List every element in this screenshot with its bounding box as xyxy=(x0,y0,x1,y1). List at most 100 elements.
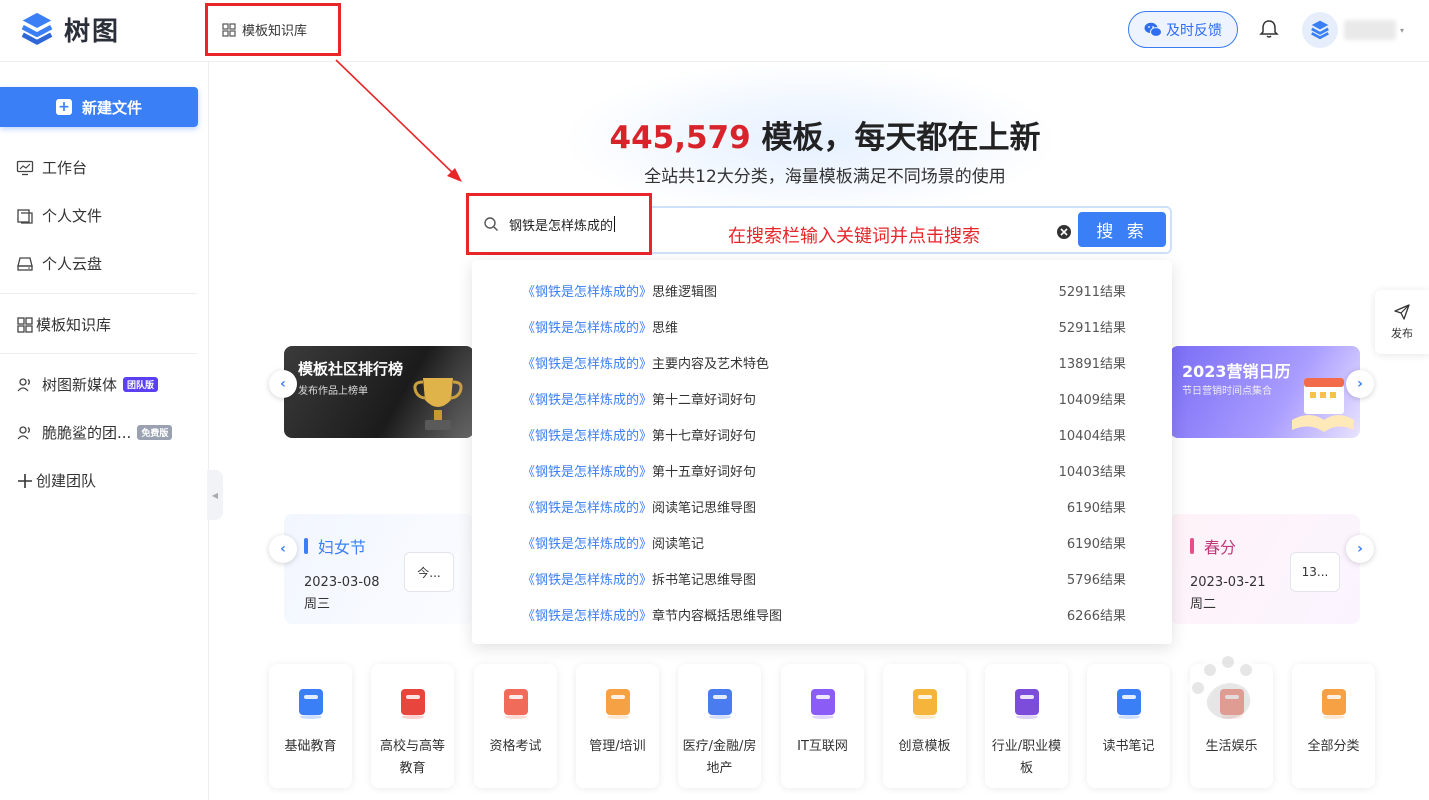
festival-chip[interactable]: 13... xyxy=(1290,552,1340,592)
team-badge: 团队版 xyxy=(123,377,159,392)
plus-icon xyxy=(18,473,32,488)
sidebar-item-team-cuicuisha[interactable]: 脆脆鲨的团... 免费版 xyxy=(16,422,173,443)
category-label: 管理/培训 xyxy=(589,739,646,754)
suggestion-count: 5796结果 xyxy=(1066,572,1126,588)
avatar[interactable] xyxy=(1302,12,1338,48)
category-card[interactable]: 行业/职业模板 xyxy=(985,664,1068,788)
search-input-value: 钢铁是怎样炼成的 xyxy=(509,218,614,234)
suggestion-item[interactable]: 《钢铁是怎样炼成的》拆书笔记思维导图 5796结果 xyxy=(472,560,1172,596)
festival-card[interactable]: 妇女节 2023-03-08 周三 今... xyxy=(284,514,474,624)
banner-subtitle: 节日营销时间点集合 xyxy=(1182,386,1272,397)
hero-title: 445,579 模板，每天都在上新 xyxy=(540,112,1110,157)
grid-icon xyxy=(17,316,33,333)
bulb-icon xyxy=(913,689,937,719)
suggestion-count: 10409结果 xyxy=(1058,392,1126,408)
search-button[interactable]: 搜 索 xyxy=(1078,212,1166,247)
team-icon xyxy=(17,425,30,439)
hero-title-rest: 模板，每天都在上新 xyxy=(750,120,1041,156)
suggestion-keyword: 《钢铁是怎样炼成的》 xyxy=(522,392,653,408)
category-card[interactable]: 资格考试 xyxy=(474,664,557,788)
suggestion-suffix: 阅读笔记 xyxy=(652,536,705,552)
folder-icon xyxy=(17,208,33,224)
suggestion-text: 《钢铁是怎样炼成的》第十五章好词好句 xyxy=(522,461,756,480)
logo[interactable]: 树图 xyxy=(18,10,120,48)
suggestion-item[interactable]: 《钢铁是怎样炼成的》思维 52911结果 xyxy=(472,308,1172,344)
suggestion-item[interactable]: 《钢铁是怎样炼成的》思维逻辑图 52911结果 xyxy=(472,272,1172,308)
suggestion-keyword: 《钢铁是怎样炼成的》 xyxy=(522,572,653,588)
carousel-prev-button[interactable]: ‹ xyxy=(269,370,297,398)
sidebar-item-label: 树图新媒体 xyxy=(42,376,118,394)
carousel-next-button[interactable]: › xyxy=(1346,370,1374,398)
sidebar-item-personal-files[interactable]: 个人文件 xyxy=(16,205,102,226)
festival-card[interactable]: 春分 2023-03-21 周二 13... xyxy=(1170,514,1360,624)
category-card[interactable]: 读书笔记 xyxy=(1087,664,1170,788)
chevron-down-icon[interactable]: ▾ xyxy=(1400,26,1404,35)
nav-template-library[interactable]: 模板知识库 xyxy=(205,3,341,56)
suggestion-keyword: 《钢铁是怎样炼成的》 xyxy=(522,284,653,300)
category-card[interactable]: 基础教育 xyxy=(269,664,352,788)
sidebar-collapse-handle[interactable]: ◀ xyxy=(207,470,223,520)
suggestion-text: 《钢铁是怎样炼成的》阅读笔记思维导图 xyxy=(522,497,756,516)
suggestion-text: 《钢铁是怎样炼成的》拆书笔记思维导图 xyxy=(522,569,756,588)
festival-name: 春分 xyxy=(1190,534,1236,558)
avatar-logo-icon xyxy=(1311,20,1329,40)
sidebar-item-label: 个人云盘 xyxy=(42,255,103,273)
festival-prev-button[interactable]: ‹ xyxy=(269,535,297,563)
suggestion-item[interactable]: 《钢铁是怎样炼成的》主要内容及艺术特色 13891结果 xyxy=(472,344,1172,380)
suggestion-item[interactable]: 《钢铁是怎样炼成的》第十二章好词好句 10409结果 xyxy=(472,380,1172,416)
category-card[interactable]: IT互联网 xyxy=(781,664,864,788)
search-input[interactable]: 钢铁是怎样炼成的 xyxy=(466,193,652,255)
suggestion-count: 10403结果 xyxy=(1058,464,1126,480)
category-label: 医疗/金融/房地产 xyxy=(682,739,757,776)
clear-icon[interactable] xyxy=(1056,224,1072,240)
bell-icon[interactable] xyxy=(1258,18,1280,40)
suggestion-suffix: 阅读笔记思维导图 xyxy=(652,500,757,516)
category-card[interactable]: 高校与高等教育 xyxy=(371,664,454,788)
marketing-calendar-banner[interactable]: 2023营销日历 节日营销时间点集合 xyxy=(1170,346,1360,438)
search-icon xyxy=(484,217,498,231)
house-icon xyxy=(1220,689,1244,719)
suggestion-item[interactable]: 《钢铁是怎样炼成的》第十五章好词好句 10403结果 xyxy=(472,452,1172,488)
top-header: 树图 模板知识库 及时反馈 ▾ xyxy=(0,0,1429,62)
sidebar-item-team-media[interactable]: 树图新媒体 团队版 xyxy=(16,374,159,395)
doc-icon xyxy=(1117,689,1141,719)
sidebar-item-template-library[interactable]: 模板知识库 xyxy=(16,314,111,335)
publish-button[interactable]: 发布 xyxy=(1375,290,1429,354)
planet-icon xyxy=(811,689,835,719)
sidebar-divider xyxy=(0,293,197,294)
festival-name: 妇女节 xyxy=(304,534,366,558)
username-blurred[interactable] xyxy=(1344,20,1396,40)
ranking-banner[interactable]: 模板社区排行榜 发布作品上榜单 xyxy=(284,346,474,438)
plus-icon: + xyxy=(55,99,72,115)
suggestion-item[interactable]: 《钢铁是怎样炼成的》阅读笔记思维导图 6190结果 xyxy=(472,488,1172,524)
suggestion-text: 《钢铁是怎样炼成的》章节内容概括思维导图 xyxy=(522,605,782,624)
sidebar-item-workbench[interactable]: 工作台 xyxy=(16,157,87,178)
category-label: 创意模板 xyxy=(898,739,951,754)
category-card[interactable]: 全部分类 xyxy=(1292,664,1375,788)
suggestion-count: 52911结果 xyxy=(1058,284,1126,300)
hero-subtitle: 全站共12大分类，海量模板满足不同场景的使用 xyxy=(644,167,1006,187)
suggestion-suffix: 章节内容概括思维导图 xyxy=(652,608,783,624)
sidebar-item-cloud-disk[interactable]: 个人云盘 xyxy=(16,253,102,274)
category-card[interactable]: 管理/培训 xyxy=(576,664,659,788)
feedback-button[interactable]: 及时反馈 xyxy=(1128,11,1238,48)
drive-icon xyxy=(17,256,33,271)
category-card[interactable]: 医疗/金融/房地产 xyxy=(678,664,761,788)
suggestion-suffix: 主要内容及艺术特色 xyxy=(652,356,770,372)
new-file-button[interactable]: + 新建文件 xyxy=(0,87,198,127)
sidebar-item-create-team[interactable]: 创建团队 xyxy=(16,470,96,491)
suggestion-count: 6190结果 xyxy=(1066,500,1126,516)
search-suggestions: 《钢铁是怎样炼成的》思维逻辑图 52911结果 《钢铁是怎样炼成的》思维 52911结… xyxy=(472,260,1172,644)
festival-bar xyxy=(304,538,308,554)
festival-date: 2023-03-21 周二 xyxy=(1190,575,1266,612)
category-card[interactable]: 创意模板 xyxy=(883,664,966,788)
suggestion-count: 10404结果 xyxy=(1058,428,1126,444)
suggestion-keyword: 《钢铁是怎样炼成的》 xyxy=(522,500,653,516)
category-card[interactable]: 生活娱乐 xyxy=(1190,664,1273,788)
suggestion-item[interactable]: 《钢铁是怎样炼成的》章节内容概括思维导图 6266结果 xyxy=(472,596,1172,632)
festival-next-button[interactable]: › xyxy=(1346,535,1374,563)
festival-chip[interactable]: 今... xyxy=(404,552,454,592)
suggestion-item[interactable]: 《钢铁是怎样炼成的》阅读笔记 6190结果 xyxy=(472,524,1172,560)
suggestion-item[interactable]: 《钢铁是怎样炼成的》第十七章好词好句 10404结果 xyxy=(472,416,1172,452)
suggestion-text: 《钢铁是怎样炼成的》主要内容及艺术特色 xyxy=(522,353,769,372)
